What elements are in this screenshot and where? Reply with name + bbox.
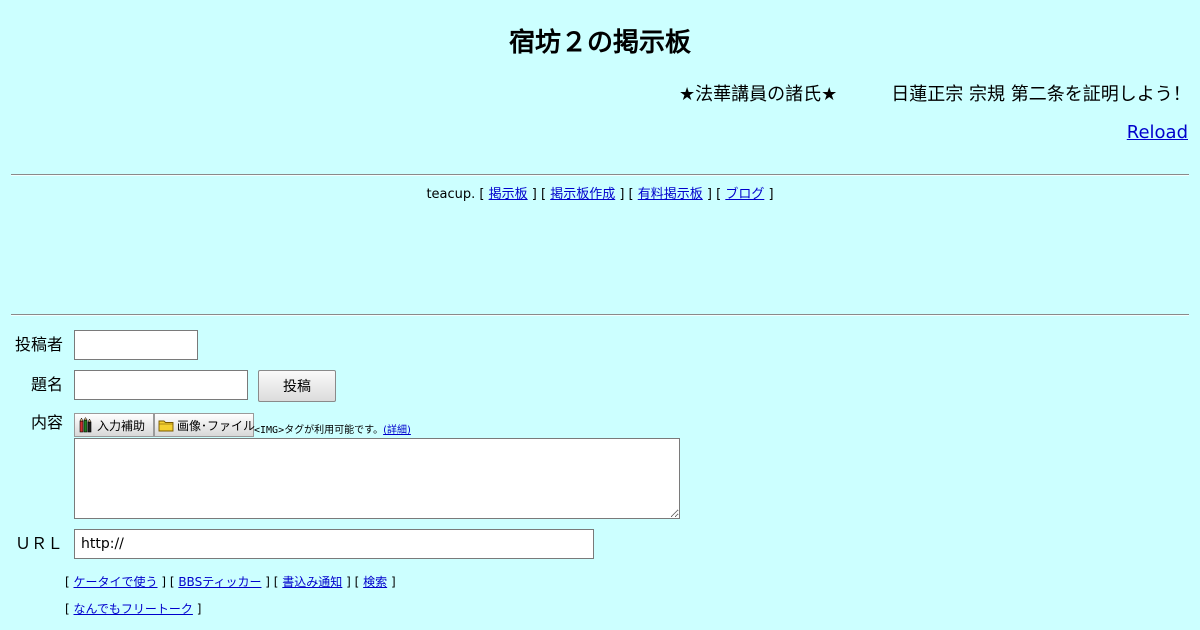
link-bbs-create[interactable]: 掲示板作成 xyxy=(550,187,615,202)
url-label: ＵＲＬ xyxy=(14,534,63,553)
img-note-text: タグが利用可能です。 xyxy=(284,425,384,436)
submit-button[interactable]: 投稿 xyxy=(258,370,336,402)
bbs-page: 宿坊２の掲示板 ★法華講員の諸氏★ 日蓮正宗 宗規 第二条を証明しよう！「 Rel… xyxy=(0,0,1200,630)
author-label: 投稿者 xyxy=(14,335,63,354)
body-textarea[interactable] xyxy=(74,438,680,519)
pencils-icon xyxy=(79,417,92,433)
url-input[interactable] xyxy=(74,529,594,559)
folder-icon xyxy=(158,420,174,432)
reload-link[interactable]: Reload xyxy=(1127,121,1188,145)
marquee-right-text: 日蓮正宗 宗規 第二条を証明しよう！「 xyxy=(891,84,1200,105)
input-assist-button[interactable]: 入力補助 xyxy=(74,413,154,437)
author-input[interactable] xyxy=(74,330,198,360)
top-divider xyxy=(11,174,1189,176)
service-links: teacup. [ 掲示板 ] [ 掲示板作成 ] [ 有料掲示板 ] [ ブロ… xyxy=(426,187,774,202)
link-search[interactable]: 検索 xyxy=(363,575,387,589)
bottom-links-row-2: [ なんでもフリートーク ] xyxy=(65,602,202,616)
service-prefix: teacup. xyxy=(426,187,476,202)
image-file-label: 画像･ファイル xyxy=(177,418,256,433)
link-mobile[interactable]: ケータイで使う xyxy=(74,575,158,589)
img-detail-link[interactable]: (詳細) xyxy=(383,425,411,436)
bottom-links-row-1: [ ケータイで使う ] [ BBSティッカー ] [ 書込み通知 ] [ 検索 … xyxy=(65,575,396,589)
form-divider xyxy=(11,314,1189,316)
input-assist-label: 入力補助 xyxy=(97,418,146,433)
link-paid-bbs[interactable]: 有料掲示板 xyxy=(638,187,703,202)
scrolling-marquee: ★法華講員の諸氏★ 日蓮正宗 宗規 第二条を証明しよう！「 xyxy=(0,82,1200,110)
link-free-talk[interactable]: なんでもフリートーク xyxy=(74,602,193,616)
page-title: 宿坊２の掲示板 xyxy=(508,28,691,58)
marquee-left-text: ★法華講員の諸氏★ xyxy=(679,84,838,105)
subject-label: 題名 xyxy=(30,375,63,394)
body-label: 内容 xyxy=(30,413,63,432)
marquee-text: ★法華講員の諸氏★ 日蓮正宗 宗規 第二条を証明しよう！「 xyxy=(679,82,1200,108)
subject-input[interactable] xyxy=(74,370,248,400)
image-file-button[interactable]: 画像･ファイル xyxy=(154,413,256,437)
link-blog[interactable]: ブログ xyxy=(725,187,764,202)
img-tag-note: <IMG>タグが利用可能です。(詳細) xyxy=(254,424,411,438)
link-post-notify[interactable]: 書込み通知 xyxy=(282,575,342,589)
link-bbs[interactable]: 掲示板 xyxy=(489,187,528,202)
img-tag-code: <IMG> xyxy=(254,425,285,436)
link-bbs-ticker[interactable]: BBSティッカー xyxy=(178,575,261,589)
